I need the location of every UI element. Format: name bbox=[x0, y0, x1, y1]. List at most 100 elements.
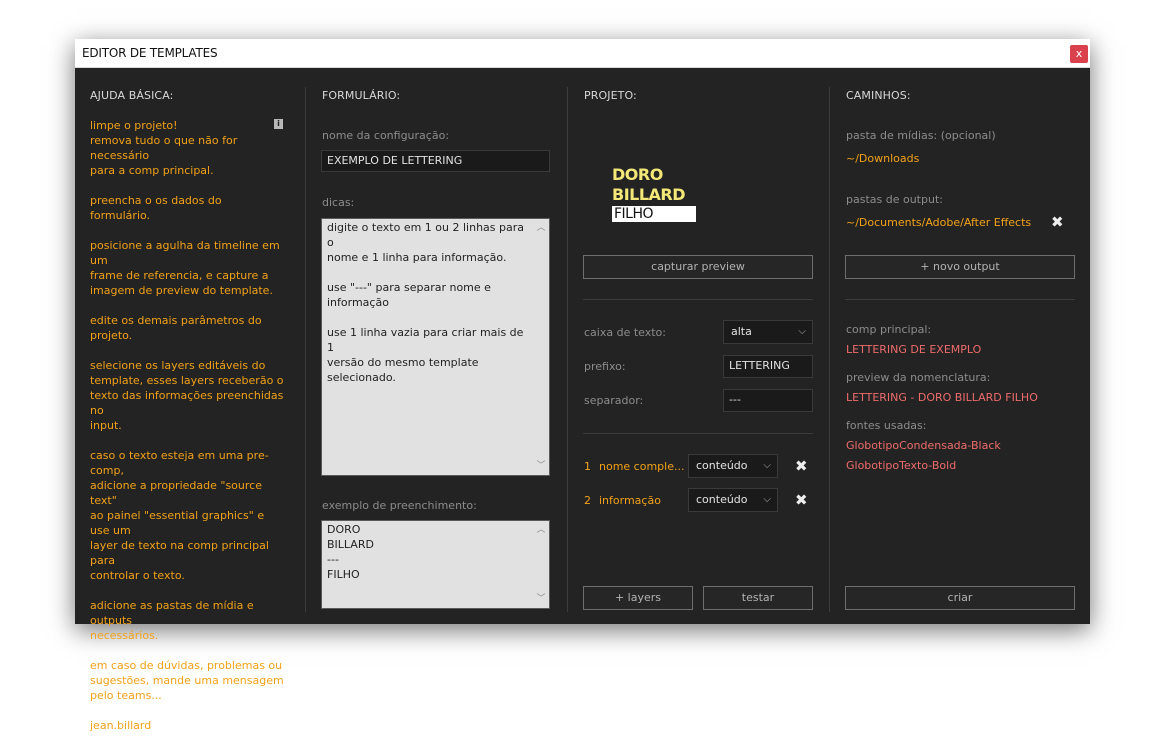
help-paragraph: posicione a agulha da timeline em um fram… bbox=[90, 238, 285, 298]
naming-preview-label: preview da nomenclatura: bbox=[846, 371, 991, 384]
help-line: limpe o projeto! bbox=[90, 119, 178, 132]
config-name-input[interactable]: EXEMPLO DE LETTERING bbox=[321, 150, 550, 172]
chevron-up-icon[interactable]: ︿ bbox=[534, 524, 548, 536]
form-column: FORMULÁRIO: nome da configuração: EXEMPL… bbox=[306, 68, 567, 624]
test-button[interactable]: testar bbox=[703, 586, 813, 610]
chevron-down-icon: ⌵ bbox=[763, 494, 771, 505]
remove-layer-icon[interactable]: ✖ bbox=[795, 459, 808, 474]
layer-type-select-1[interactable]: conteúdo ⌵ bbox=[688, 454, 778, 478]
paths-column: CAMINHOS: pasta de mídias: (opcional) ~/… bbox=[830, 68, 1090, 624]
chevron-up-icon[interactable]: ︿ bbox=[534, 222, 548, 234]
output-folders-label: pastas de output: bbox=[846, 193, 943, 206]
config-name-label: nome da configuração: bbox=[322, 129, 450, 142]
remove-layer-icon[interactable]: ✖ bbox=[795, 493, 808, 508]
text-case-label: caixa de texto: bbox=[584, 326, 666, 339]
new-output-button[interactable]: + novo output bbox=[845, 255, 1075, 279]
help-line: selecione os layers editáveis do bbox=[90, 359, 266, 372]
remove-output-icon[interactable]: ✖ bbox=[1051, 215, 1064, 230]
preview-line-1: DORO bbox=[612, 165, 663, 184]
layer-name-2[interactable]: informação bbox=[599, 494, 661, 507]
help-header: AJUDA BÁSICA: bbox=[90, 89, 174, 102]
tips-text: digite o texto em 1 ou 2 linhas para o no… bbox=[327, 220, 531, 385]
text-case-value: alta bbox=[731, 325, 752, 338]
prefix-input[interactable]: LETTERING bbox=[723, 355, 813, 378]
tips-scrollbar[interactable]: ︿ ﹀ bbox=[534, 220, 548, 474]
fonts-used-label: fontes usadas: bbox=[846, 419, 927, 432]
help-paragraph: edite os demais parâmetros do projeto. bbox=[90, 313, 285, 343]
example-text: DORO BILLARD --- FILHO bbox=[327, 522, 531, 582]
text-case-select[interactable]: alta ⌵ bbox=[723, 320, 813, 344]
help-paragraph: adicione as pastas de mídia e outputs nec… bbox=[90, 598, 285, 643]
help-paragraph: caso o texto esteja em uma pre-comp, adic… bbox=[90, 448, 285, 583]
project-column: PROJETO: DORO BILLARD FILHO capturar pre… bbox=[568, 68, 828, 624]
main-comp-value: LETTERING DE EXEMPLO bbox=[846, 343, 982, 356]
naming-preview-value: LETTERING - DORO BILLARD FILHO bbox=[846, 391, 1038, 404]
form-header: FORMULÁRIO: bbox=[322, 89, 401, 102]
window-title: EDITOR DE TEMPLATES bbox=[82, 46, 218, 60]
tips-line: use 1 linha vazia para criar mais de 1 bbox=[327, 326, 524, 354]
chevron-down-icon[interactable]: ﹀ bbox=[534, 460, 548, 472]
example-line: FILHO bbox=[327, 568, 360, 581]
tips-paragraph: use 1 linha vazia para criar mais de 1 ve… bbox=[327, 325, 531, 385]
help-line: necessários. bbox=[90, 629, 159, 642]
help-line: projeto. bbox=[90, 329, 133, 342]
separator-input[interactable]: --- bbox=[723, 389, 813, 412]
layer-index-1: 1 bbox=[584, 460, 591, 473]
help-line: frame de referencia, e capture a bbox=[90, 269, 269, 282]
project-header: PROJETO: bbox=[584, 89, 637, 102]
help-column: AJUDA BÁSICA: i limpe o projeto! remova t… bbox=[75, 68, 305, 732]
help-line: edite os demais parâmetros do bbox=[90, 314, 262, 327]
help-line: jean.billard bbox=[90, 719, 152, 732]
font-item: GlobotipoCondensada-Black bbox=[846, 439, 1001, 452]
help-line: controlar o texto. bbox=[90, 569, 185, 582]
create-button[interactable]: criar bbox=[845, 586, 1075, 610]
help-line: adicione a propriedade "source text" bbox=[90, 479, 262, 507]
help-line: template, esses layers receberão o bbox=[90, 374, 284, 387]
help-line: para a comp principal. bbox=[90, 164, 214, 177]
tips-line: use "---" para separar nome e informação bbox=[327, 281, 491, 309]
prefix-label: prefixo: bbox=[584, 360, 626, 373]
chevron-down-icon: ⌵ bbox=[798, 326, 806, 337]
help-line: imagem de preview do template. bbox=[90, 284, 273, 297]
help-line: pelo teams... bbox=[90, 689, 162, 702]
help-line: remova tudo o que não for necessário bbox=[90, 134, 238, 162]
tips-textarea[interactable]: digite o texto em 1 ou 2 linhas para o no… bbox=[321, 218, 550, 476]
example-scrollbar[interactable]: ︿ ﹀ bbox=[534, 522, 548, 607]
tips-paragraph: digite o texto em 1 ou 2 linhas para o no… bbox=[327, 220, 531, 265]
preview-line-3: FILHO bbox=[612, 206, 696, 222]
help-line: texto das informações preenchidas no bbox=[90, 389, 284, 417]
layer-name-1[interactable]: nome comple... bbox=[599, 460, 684, 473]
divider bbox=[583, 299, 813, 300]
help-line: sugestões, mande uma mensagem bbox=[90, 674, 284, 687]
chevron-down-icon: ⌵ bbox=[763, 460, 771, 471]
tips-label: dicas: bbox=[322, 196, 355, 209]
chevron-down-icon[interactable]: ﹀ bbox=[534, 593, 548, 605]
help-line: em caso de dúvidas, problemas ou bbox=[90, 659, 283, 672]
editor-window: EDITOR DE TEMPLATES x AJUDA BÁSICA: i li… bbox=[75, 39, 1090, 732]
capture-preview-button[interactable]: capturar preview bbox=[583, 255, 813, 279]
help-paragraph: preencha o os dados do formulário. bbox=[90, 193, 285, 223]
help-paragraph: jean.billard bbox=[90, 718, 285, 733]
title-bar: EDITOR DE TEMPLATES x bbox=[75, 39, 1090, 68]
layer-index-2: 2 bbox=[584, 494, 591, 507]
help-text: limpe o projeto! remova tudo o que não fo… bbox=[90, 118, 285, 748]
divider bbox=[583, 433, 813, 434]
template-preview-image: DORO BILLARD FILHO bbox=[612, 165, 702, 222]
example-textarea[interactable]: DORO BILLARD --- FILHO ︿ ﹀ bbox=[321, 520, 550, 609]
help-line: layer de texto na comp principal para bbox=[90, 539, 269, 567]
example-line: --- bbox=[327, 553, 339, 566]
add-layers-button[interactable]: + layers bbox=[583, 586, 693, 610]
help-line: ao painel "essential graphics" e use um bbox=[90, 509, 265, 537]
help-line: preencha o os dados do formulário. bbox=[90, 194, 222, 222]
close-icon[interactable]: x bbox=[1070, 45, 1088, 63]
example-label: exemplo de preenchimento: bbox=[322, 499, 477, 512]
help-paragraph: limpe o projeto! remova tudo o que não fo… bbox=[90, 118, 285, 178]
help-paragraph: selecione os layers editáveis do template… bbox=[90, 358, 285, 433]
help-line: input. bbox=[90, 419, 122, 432]
main-comp-label: comp principal: bbox=[846, 323, 932, 336]
media-folder-path[interactable]: ~/Downloads bbox=[846, 152, 919, 165]
help-line: adicione as pastas de mídia e outputs bbox=[90, 599, 254, 627]
layer-type-select-2[interactable]: conteúdo ⌵ bbox=[688, 488, 778, 512]
tips-line: nome e 1 linha para informação. bbox=[327, 251, 507, 264]
output-folder-path[interactable]: ~/Documents/Adobe/After Effects bbox=[846, 216, 1031, 229]
